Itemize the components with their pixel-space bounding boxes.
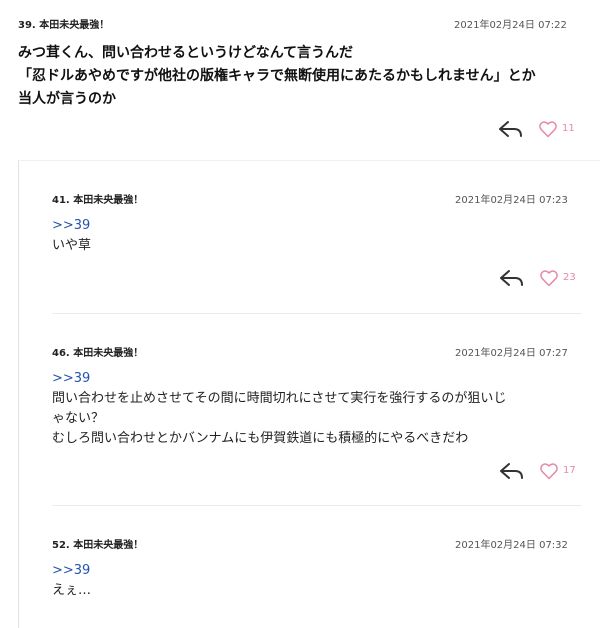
reply-number-author: 46. 本田未央最強！: [52, 344, 143, 359]
reply-line: ゃない？: [52, 411, 105, 426]
reply-anchor-link[interactable]: >>39: [52, 561, 91, 581]
comment-author: 本田未央最強！: [39, 20, 110, 31]
reply-number-author: 52. 本田未央最強！: [52, 536, 143, 551]
reply-line: むしろ問い合わせとかバンナムにも伊賀鉄道にも積極的にやるべきだわ: [52, 431, 469, 446]
reply-date: 2021年02月24日 07:32: [455, 540, 568, 551]
reply-actions: 17: [499, 460, 589, 484]
reply-number: 46.: [52, 348, 70, 359]
heart-outline-icon[interactable]: [538, 119, 558, 139]
reply-arrow-icon[interactable]: [499, 269, 525, 287]
reply-date: 2021年02月24日 07:27: [455, 348, 568, 359]
comment-line: 「忍ドルあやめですが他社の版権キャラで無断使用にあたるかもしれません」とか: [18, 68, 536, 84]
comment-line: 当人が言うのか: [18, 91, 116, 107]
reply-date: 2021年02月24日 07:23: [455, 195, 568, 206]
like-count: 11: [562, 123, 575, 134]
reply-anchor-link[interactable]: >>39: [52, 369, 506, 389]
comment-39: 39. 本田未央最強！ 2021年02月24日 07:22 みつ茸くん、問い合わ…: [0, 0, 600, 160]
reply-anchor-link[interactable]: >>39: [52, 216, 91, 236]
comment-number: 39.: [18, 20, 36, 31]
heart-outline-icon[interactable]: [539, 268, 559, 288]
reply-author: 本田未央最強！: [73, 195, 144, 206]
like-count: 23: [563, 272, 576, 283]
reply-author: 本田未央最強！: [73, 348, 144, 359]
reply-line: えぇ…: [52, 583, 92, 598]
reply-number-author: 41. 本田未央最強！: [52, 191, 143, 206]
reply-actions: 23: [499, 267, 589, 291]
reply-46: 46. 本田未央最強！ 2021年02月24日 07:27 >>39 問い合わせ…: [19, 314, 600, 506]
reply-line: 問い合わせを止めさせてその間に時間切れにさせて実行を強行するのが狙いじ: [52, 391, 507, 406]
reply-body: >>39 いや草: [52, 216, 91, 256]
comment-date: 2021年02月24日 07:22: [454, 20, 567, 31]
reply-number: 41.: [52, 195, 70, 206]
reply-41: 41. 本田未央最強！ 2021年02月24日 07:23 >>39 いや草 2…: [19, 161, 600, 314]
reply-line: いや草: [52, 238, 92, 253]
comment-number-author: 39. 本田未央最強！: [18, 16, 109, 31]
reply-thread: 41. 本田未央最強！ 2021年02月24日 07:23 >>39 いや草 2…: [18, 160, 600, 628]
comment-actions: 11: [498, 118, 588, 142]
comment-body: みつ茸くん、問い合わせるというけどなんて言うんだ 「忍ドルあやめですが他社の版権…: [18, 42, 588, 111]
reply-arrow-icon[interactable]: [499, 462, 525, 480]
comment-meta: 39. 本田未央最強！ 2021年02月24日 07:22: [0, 16, 600, 36]
heart-outline-icon[interactable]: [539, 461, 559, 481]
reply-number: 52.: [52, 540, 70, 551]
reply-author: 本田未央最強！: [73, 540, 144, 551]
reply-body: >>39 問い合わせを止めさせてその間に時間切れにさせて実行を強行するのが狙いじ…: [52, 369, 506, 449]
comment-line: みつ茸くん、問い合わせるというけどなんて言うんだ: [18, 45, 354, 61]
reply-52: 52. 本田未央最強！ 2021年02月24日 07:32 >>39 えぇ…: [19, 506, 600, 628]
reply-arrow-icon[interactable]: [498, 120, 524, 138]
like-count: 17: [563, 465, 576, 476]
reply-body: >>39 えぇ…: [52, 561, 91, 601]
